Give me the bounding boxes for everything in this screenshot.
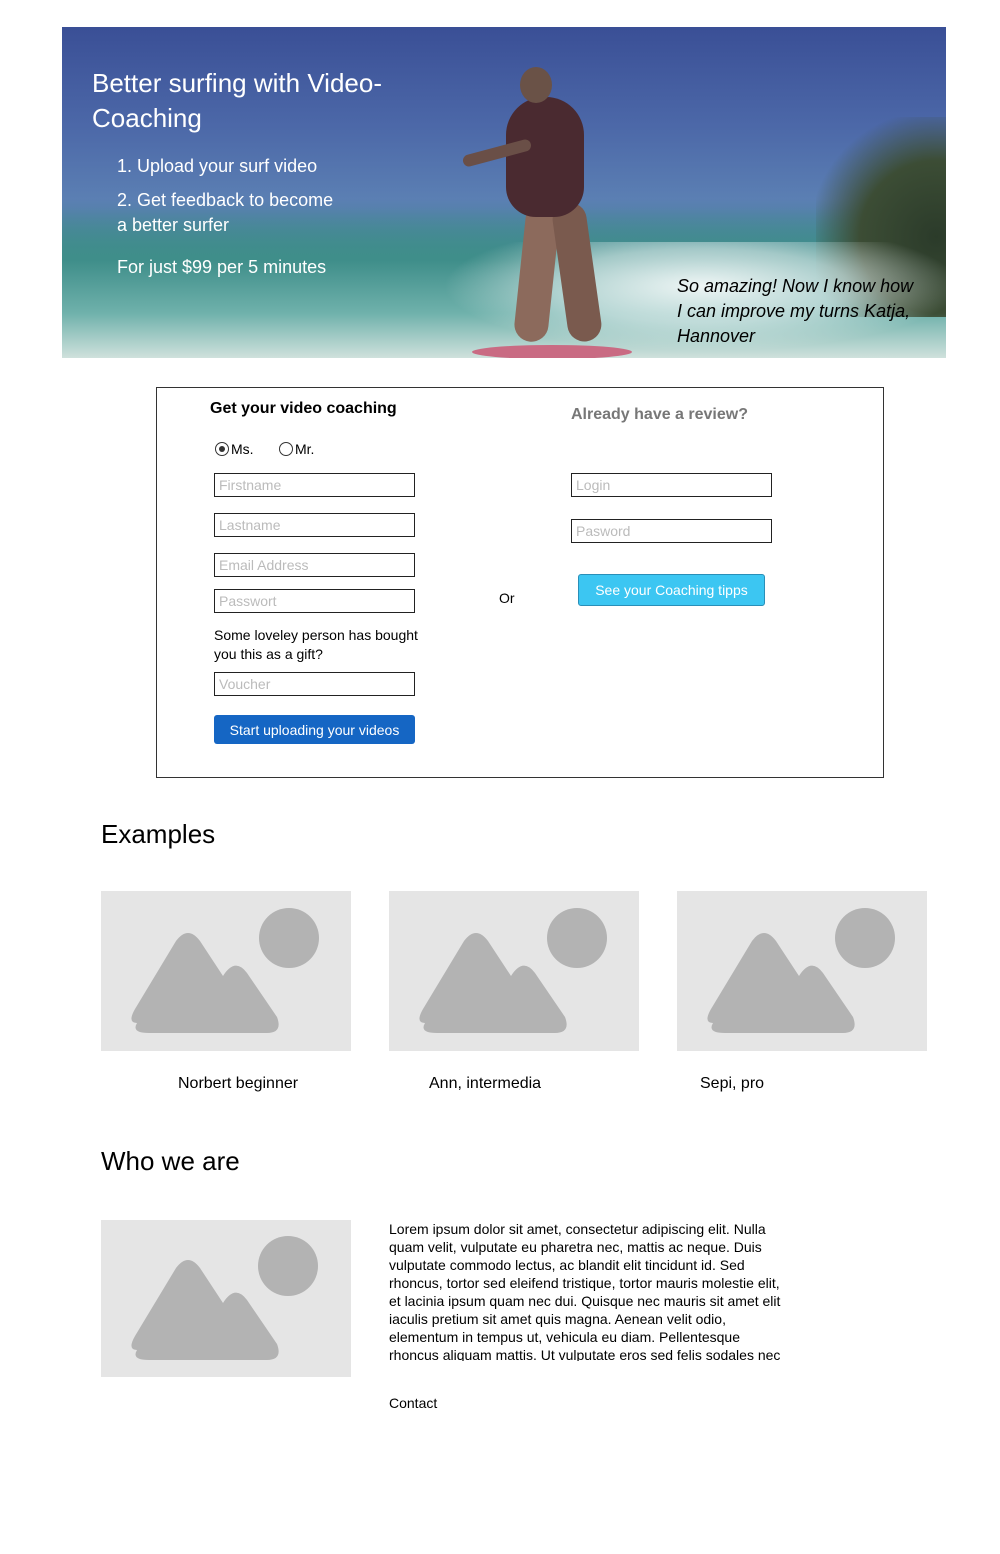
contact-link[interactable]: Contact xyxy=(389,1395,437,1411)
start-upload-button[interactable]: Start uploading your videos xyxy=(214,715,415,744)
login-field[interactable] xyxy=(571,473,772,497)
example-video-thumb[interactable] xyxy=(101,891,351,1051)
image-placeholder-icon xyxy=(131,908,319,1033)
hero-step-feedback: 2. Get feedback to become a better surfe… xyxy=(117,190,334,235)
about-title: Who we are xyxy=(101,1146,240,1176)
radio-mr[interactable] xyxy=(279,442,293,456)
example-video-thumb[interactable] xyxy=(389,891,639,1051)
about-image xyxy=(101,1220,351,1377)
example-caption: Ann, intermedia xyxy=(429,1075,542,1092)
hero-step-upload: 1. Upload your surf video xyxy=(117,156,318,176)
about-text: Lorem ipsum dolor sit amet, consectetur … xyxy=(389,1221,781,1361)
radio-ms-label: Ms. xyxy=(231,441,254,457)
password-field[interactable] xyxy=(214,589,415,613)
surfboard xyxy=(472,345,632,358)
image-placeholder-icon xyxy=(131,1236,318,1360)
radio-ms[interactable] xyxy=(215,442,229,456)
testimonial-quote: So amazing! Now I know how I can improve… xyxy=(677,276,914,346)
signup-title: Get your video coaching xyxy=(210,400,397,417)
firstname-field[interactable] xyxy=(214,473,415,497)
login-title: Already have a review? xyxy=(571,406,748,423)
examples-title: Examples xyxy=(101,819,216,849)
example-video-thumb[interactable] xyxy=(677,891,927,1051)
voucher-field[interactable] xyxy=(214,672,415,696)
example-caption: Norbert beginner xyxy=(178,1075,299,1092)
hero-price: For just $99 per 5 minutes xyxy=(117,257,327,277)
radio-mr-label: Mr. xyxy=(295,441,315,457)
or-separator: Or xyxy=(499,590,515,606)
lastname-field[interactable] xyxy=(214,513,415,537)
hero-title: Better surfing with Video-Coaching xyxy=(92,68,382,133)
email-field[interactable] xyxy=(214,553,415,577)
image-placeholder-icon xyxy=(707,908,895,1033)
example-caption: Sepi, pro xyxy=(700,1075,765,1092)
image-placeholder-icon xyxy=(419,908,607,1033)
see-coaching-tipps-button[interactable]: See your Coaching tipps xyxy=(578,574,765,606)
surfer-body xyxy=(506,97,584,217)
gift-question: Some loveley person has bought you this … xyxy=(214,627,418,662)
surfer-head xyxy=(520,67,552,103)
login-password-field[interactable] xyxy=(571,519,772,543)
